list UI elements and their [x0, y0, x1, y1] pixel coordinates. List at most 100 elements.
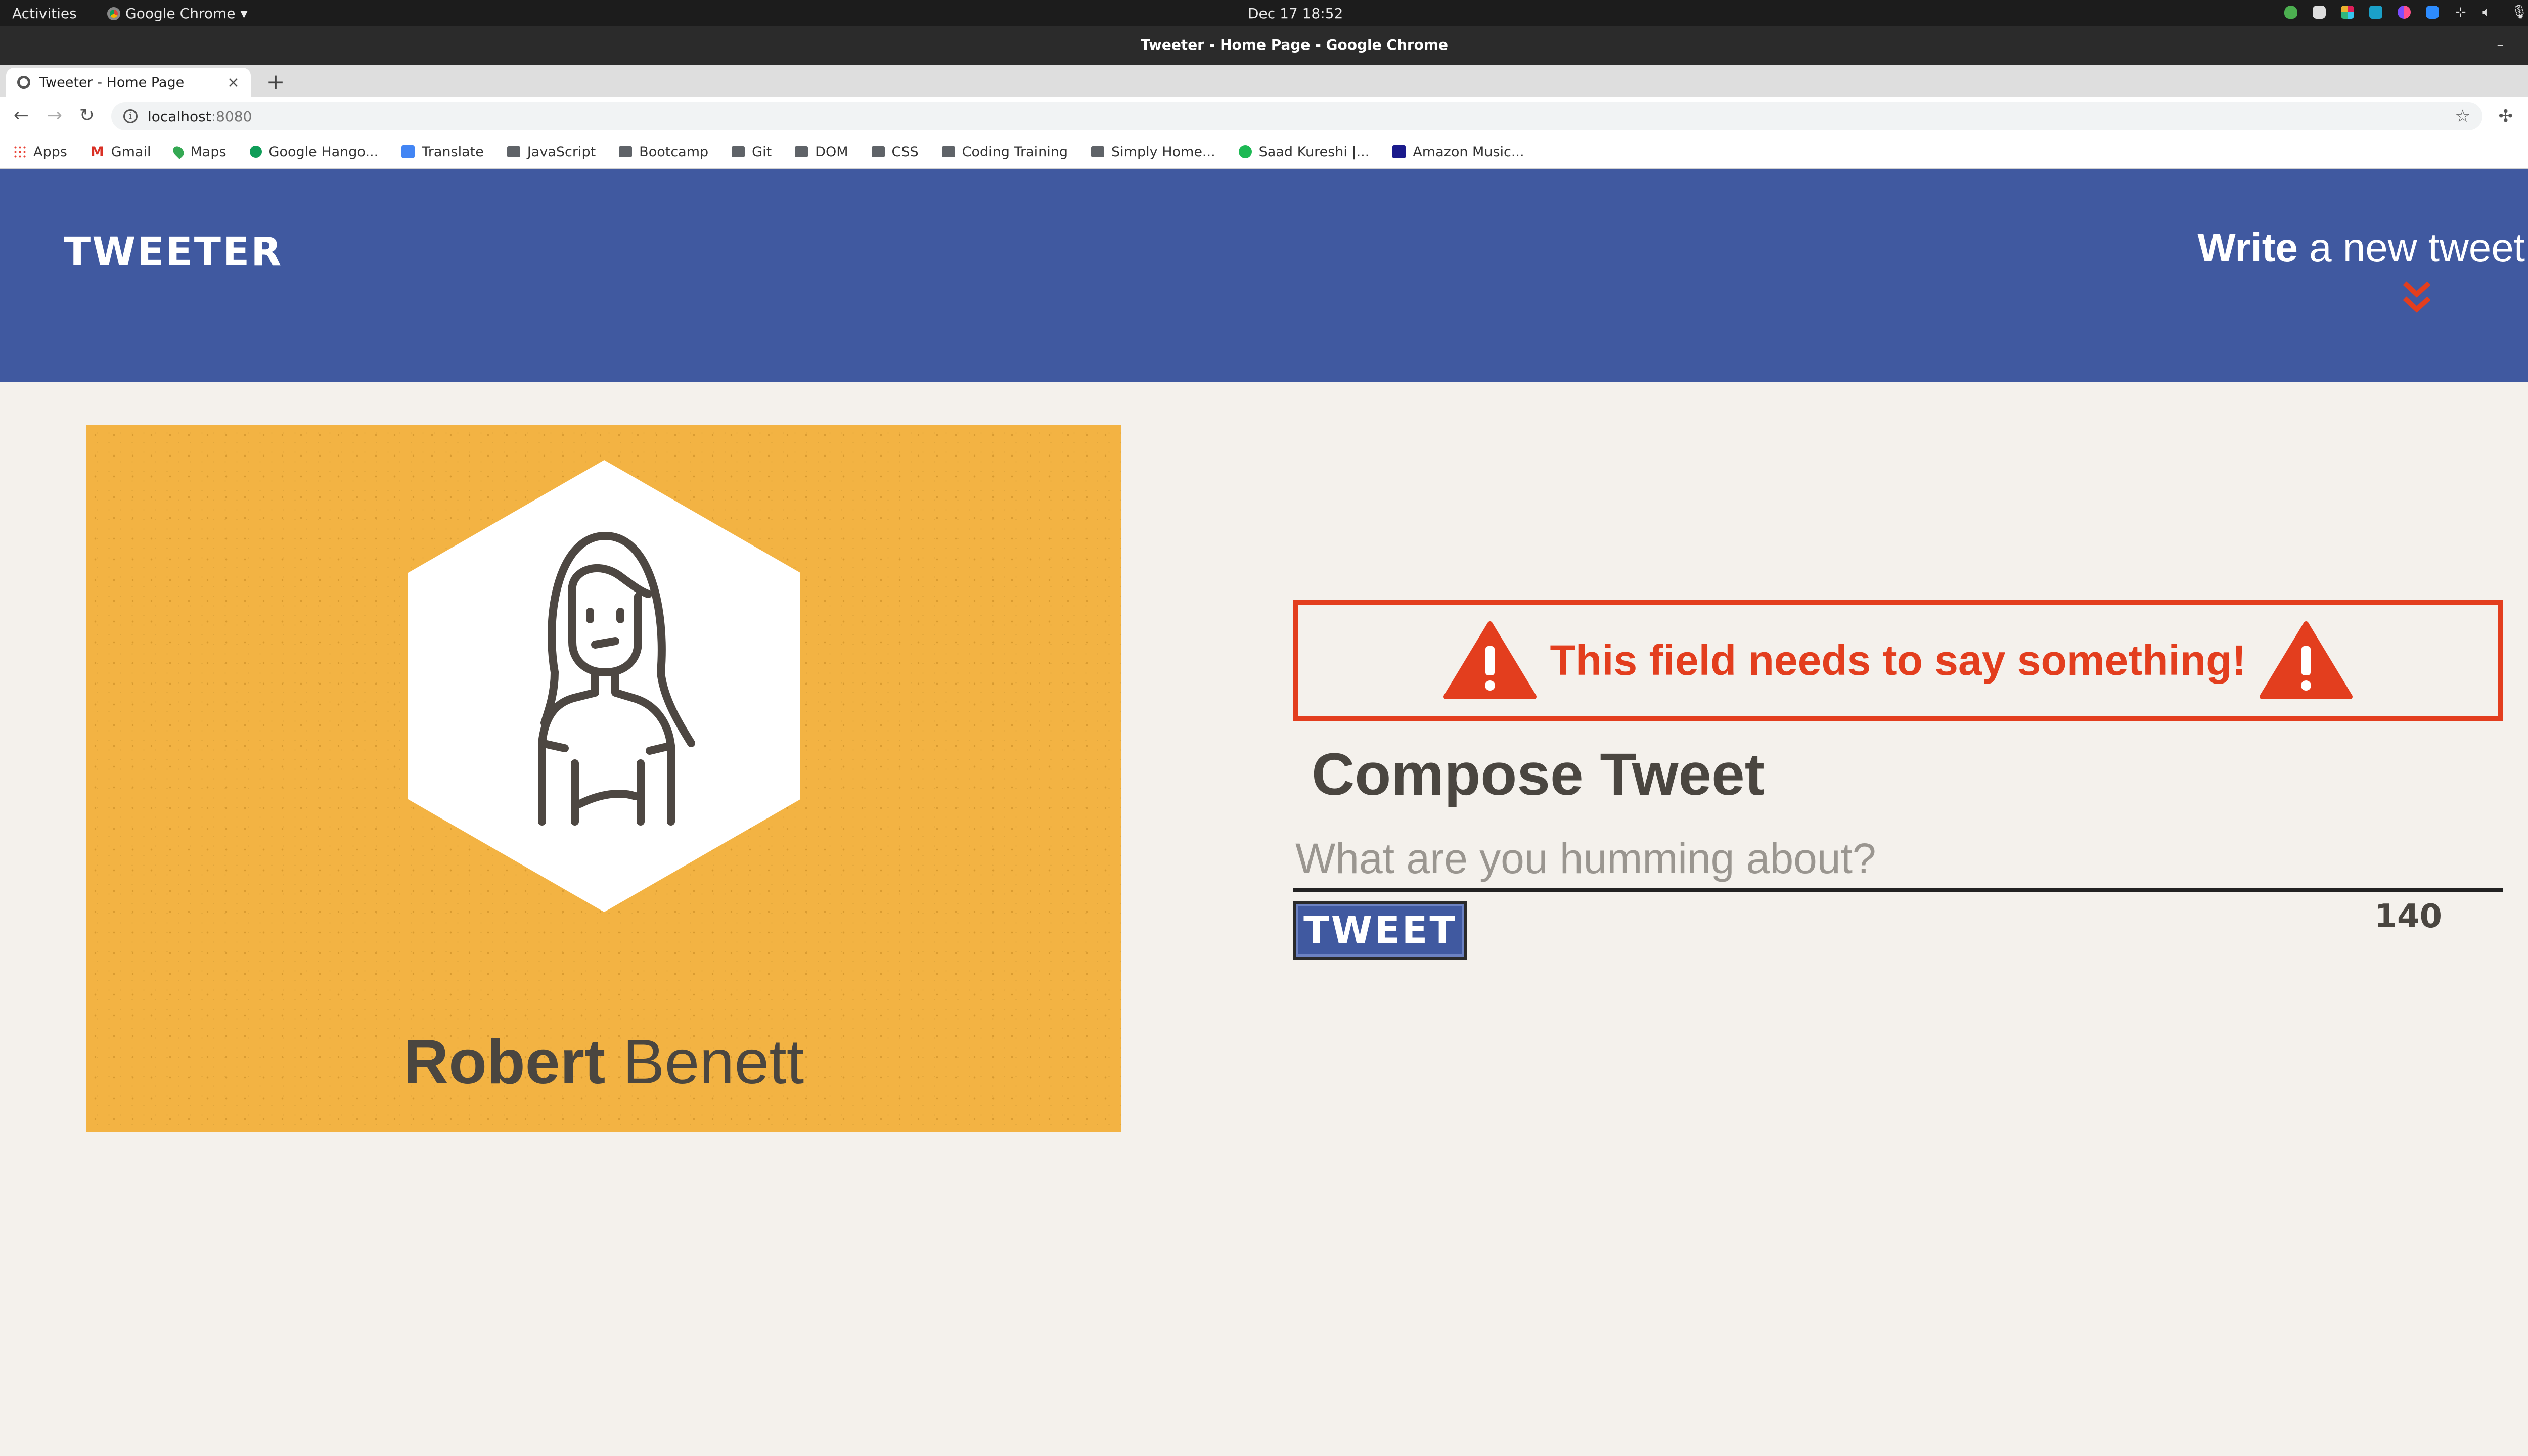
bookmark-maps[interactable]: Maps — [171, 144, 227, 160]
translate-icon — [401, 145, 415, 158]
bookmark-label: Saad Kureshi |... — [1258, 144, 1370, 160]
compose-title: Compose Tweet — [1312, 741, 1765, 808]
bookmark-hangouts[interactable]: Google Hango... — [249, 144, 379, 160]
bookmark-saad-kureshi[interactable]: Saad Kureshi |... — [1238, 144, 1370, 160]
bookmark-dom[interactable]: DOM — [795, 144, 848, 160]
write-new-tweet-toggle[interactable]: Write a new tweet — [2197, 224, 2525, 271]
bookmark-label: Git — [752, 144, 772, 160]
profile-card: Robert Benett — [86, 425, 1121, 1132]
tab-tweeter[interactable]: Tweeter - Home Page × — [6, 68, 251, 97]
tweet-submit-button[interactable]: TWEET — [1293, 901, 1467, 960]
bookmark-star-icon[interactable]: ☆ — [2455, 106, 2470, 126]
apps-grid-icon — [13, 145, 26, 158]
folder-icon — [507, 146, 520, 157]
app-menu[interactable]: Google Chrome ▾ — [107, 5, 248, 22]
user-avatar-icon — [408, 460, 800, 912]
url-port: :8080 — [211, 108, 252, 125]
figma-icon[interactable] — [2397, 6, 2411, 19]
write-bold: Write — [2197, 225, 2298, 270]
bookmark-label: Translate — [422, 144, 484, 160]
bookmark-label: Google Hango... — [268, 144, 379, 160]
hangouts-icon — [249, 146, 262, 158]
folder-icon — [732, 146, 745, 157]
folder-icon — [941, 146, 955, 157]
bookmark-label: DOM — [815, 144, 848, 160]
bookmark-label: Simply Home... — [1111, 144, 1215, 160]
url-host: localhost — [148, 108, 211, 125]
microphone-icon[interactable]: 🎙︎ — [2511, 6, 2527, 19]
site-info-icon[interactable]: i — [123, 109, 138, 123]
site-header: TWEETER Write a new tweet — [0, 169, 2528, 382]
user-last-name: Benett — [605, 1027, 804, 1097]
amazon-music-icon — [1392, 145, 1406, 158]
spotify-icon — [1238, 145, 1252, 158]
folder-icon — [1091, 146, 1105, 157]
bookmark-label: CSS — [891, 144, 919, 160]
window-title-bar: Tweeter - Home Page - Google Chrome – ⧉ … — [0, 26, 2528, 65]
system-top-bar: Activities Google Chrome ▾ Dec 17 18:52 … — [0, 0, 2528, 26]
bookmark-simply-home[interactable]: Simply Home... — [1091, 144, 1215, 160]
user-name: Robert Benett — [86, 1026, 1121, 1098]
reload-icon[interactable]: ↻ — [76, 105, 98, 126]
bookmark-apps[interactable]: Apps — [13, 144, 67, 160]
close-tab-icon[interactable]: × — [227, 74, 240, 92]
network-icon[interactable]: ⊹ — [2454, 6, 2467, 19]
bookmarks-bar: Apps M Gmail Maps Google Hango... Transla… — [0, 135, 2528, 169]
bookmark-css[interactable]: CSS — [871, 144, 919, 160]
system-tray: ⊹ 🔈︎ 🎙︎ ⏻ ▾ — [2284, 5, 2528, 19]
bookmark-bootcamp[interactable]: Bootcamp — [619, 144, 708, 160]
restore-icon[interactable]: ⧉ — [2524, 35, 2528, 55]
discord-icon[interactable] — [2312, 6, 2326, 19]
bookmark-coding-training[interactable]: Coding Training — [941, 144, 1068, 160]
folder-icon — [795, 146, 808, 157]
bookmark-translate[interactable]: Translate — [401, 144, 484, 160]
bookmark-label: Apps — [33, 144, 67, 160]
chevron-down-icon: ▾ — [240, 5, 248, 22]
character-counter: 140 — [2374, 898, 2442, 935]
chrome-icon — [107, 7, 120, 20]
volume-icon[interactable]: 🔈︎ — [2482, 6, 2496, 19]
app-menu-label: Google Chrome — [125, 5, 236, 22]
bookmark-label: Maps — [190, 144, 227, 160]
bookmark-label: Gmail — [111, 144, 151, 160]
app-tray-icon[interactable] — [2369, 6, 2382, 19]
write-rest: a new tweet — [2297, 225, 2525, 270]
maps-pin-icon — [171, 144, 187, 159]
bookmark-gmail[interactable]: M Gmail — [91, 144, 151, 160]
window-controls: – ⧉ ✕ — [2491, 35, 2528, 55]
brand-logo[interactable]: TWEETER — [64, 230, 283, 275]
activities-button[interactable]: Activities — [12, 5, 77, 22]
bookmark-git[interactable]: Git — [732, 144, 772, 160]
gmail-icon: M — [90, 144, 104, 160]
warning-icon — [1443, 621, 1537, 699]
shield-icon[interactable] — [2284, 6, 2297, 19]
bookmark-javascript[interactable]: JavaScript — [507, 144, 596, 160]
folder-icon — [619, 146, 633, 157]
forward-arrow-icon[interactable]: → — [43, 105, 66, 126]
bookmark-label: Amazon Music... — [1413, 144, 1524, 160]
tab-title: Tweeter - Home Page — [39, 74, 185, 90]
globe-icon — [17, 76, 30, 89]
extensions-puzzle-icon[interactable]: ✣ — [2499, 106, 2513, 126]
bookmark-label: Coding Training — [962, 144, 1068, 160]
folder-icon — [871, 146, 885, 157]
browser-toolbar: ← → ↻ i localhost :8080 ☆ ✣ ⋮ — [0, 97, 2528, 135]
back-arrow-icon[interactable]: ← — [10, 105, 32, 126]
error-message: This field needs to say something! — [1550, 636, 2246, 684]
error-message-box: This field needs to say something! — [1293, 600, 2503, 721]
bookmark-label: JavaScript — [527, 144, 596, 160]
double-chevron-down-icon[interactable] — [2402, 279, 2432, 320]
window-title: Tweeter - Home Page - Google Chrome — [1140, 36, 1449, 53]
slack-icon[interactable] — [2340, 6, 2354, 19]
minimize-icon[interactable]: – — [2491, 35, 2510, 55]
zoom-icon[interactable] — [2425, 6, 2439, 19]
tweet-text-input[interactable] — [1293, 829, 2503, 892]
user-first-name: Robert — [403, 1027, 606, 1097]
new-tab-button[interactable]: + — [263, 70, 288, 95]
address-bar[interactable]: i localhost :8080 ☆ — [111, 102, 2482, 130]
warning-icon — [2260, 621, 2353, 699]
bookmark-label: Bootcamp — [639, 144, 709, 160]
clock[interactable]: Dec 17 18:52 — [1248, 5, 1343, 22]
tab-strip: Tweeter - Home Page × + — [0, 65, 2528, 97]
bookmark-amazon-music[interactable]: Amazon Music... — [1392, 144, 1524, 160]
